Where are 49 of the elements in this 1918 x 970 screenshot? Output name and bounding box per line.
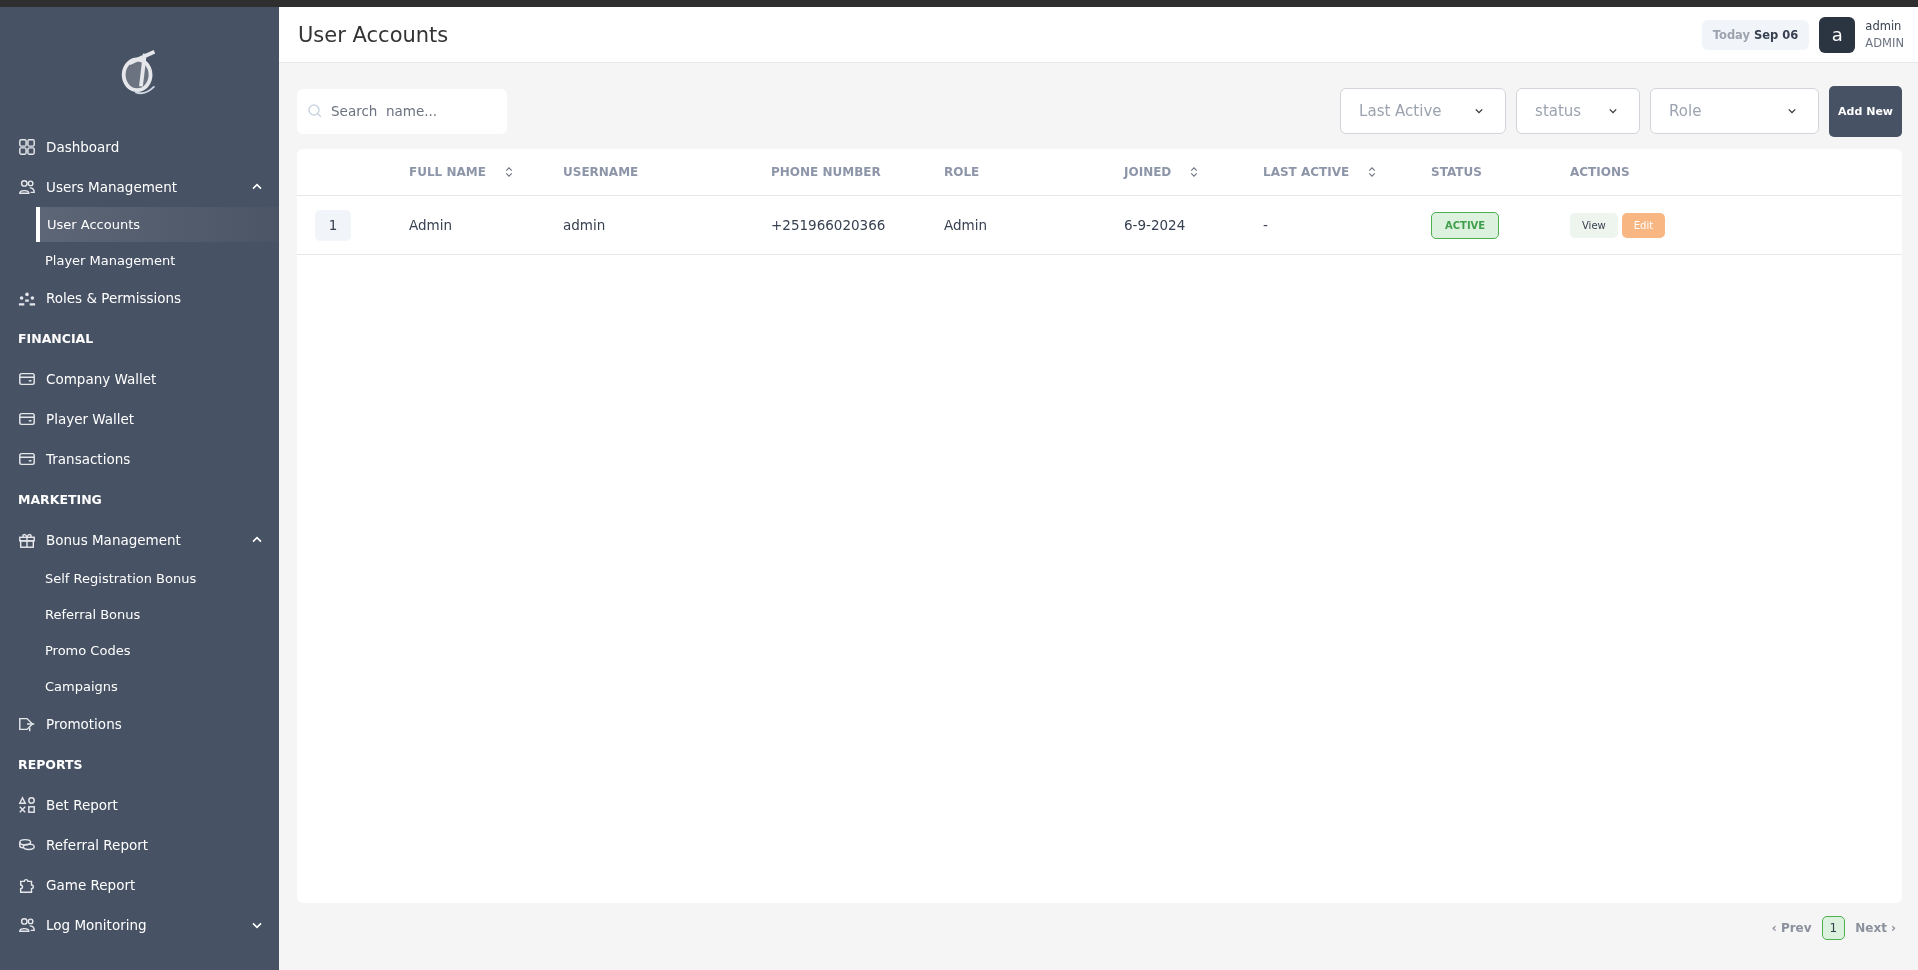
nav-item[interactable]: Referral Report bbox=[0, 825, 279, 865]
submenu-item[interactable]: Player Management bbox=[36, 242, 279, 278]
puzzle-icon bbox=[18, 876, 36, 894]
add-new-button[interactable]: Add New bbox=[1829, 85, 1902, 137]
date-value: Sep 06 bbox=[1754, 27, 1799, 42]
table-cell: - bbox=[1263, 217, 1268, 233]
user-role: ADMIN bbox=[1865, 36, 1904, 50]
wallet-icon bbox=[18, 410, 36, 428]
nav-item[interactable]: Dashboard bbox=[0, 127, 279, 167]
avatar[interactable]: a bbox=[1819, 16, 1856, 53]
table-cell: 6-9-2024 bbox=[1124, 217, 1186, 233]
users-icon bbox=[18, 178, 36, 196]
nav-item[interactable]: Game Report bbox=[0, 865, 279, 905]
grid-icon bbox=[18, 138, 36, 156]
table-cell: Admin bbox=[944, 217, 988, 233]
users-icon bbox=[18, 916, 36, 934]
submenu-item[interactable]: Promo Codes bbox=[36, 632, 279, 668]
wallet-icon bbox=[18, 450, 36, 468]
submenu-item[interactable]: User Accounts bbox=[36, 207, 279, 242]
date-label: Today bbox=[1712, 27, 1751, 42]
user-name: admin bbox=[1865, 19, 1903, 33]
status-badge: ACTIVE bbox=[1431, 211, 1500, 239]
section-heading: MARKETING bbox=[17, 491, 103, 509]
nav-item[interactable]: Player Wallet bbox=[0, 399, 279, 439]
row-number: 1 bbox=[315, 209, 351, 241]
submenu-item[interactable]: Self Registration Bonus bbox=[36, 560, 279, 596]
nav-item[interactable]: Transactions bbox=[0, 439, 279, 479]
page-title: User Accounts bbox=[298, 22, 449, 47]
wallet-icon bbox=[18, 370, 36, 388]
submenu-item[interactable]: Campaigns bbox=[36, 668, 279, 704]
submenu-item[interactable]: Referral Bonus bbox=[36, 596, 279, 632]
search-field[interactable]: Search name... bbox=[297, 88, 507, 134]
view-button[interactable]: View bbox=[1570, 212, 1618, 238]
table-cell: Admin bbox=[409, 217, 453, 233]
table-cell: admin bbox=[563, 217, 606, 233]
page-button[interactable]: 1 bbox=[1821, 916, 1846, 940]
nav-item[interactable]: Bet Report bbox=[0, 785, 279, 825]
nav-item[interactable]: Users Management bbox=[0, 167, 279, 207]
nav-item[interactable]: Bonus Management bbox=[0, 520, 279, 560]
shapes-icon bbox=[18, 796, 36, 814]
table-cell: +251966020366 bbox=[771, 217, 886, 233]
nav-item[interactable]: Log Monitoring bbox=[0, 905, 279, 945]
gift-icon bbox=[18, 531, 36, 549]
section-heading: REPORTS bbox=[17, 756, 84, 774]
megaphone-icon bbox=[18, 715, 36, 733]
section-heading: FINANCIAL bbox=[17, 330, 95, 348]
nav-item[interactable]: Roles & Permissions bbox=[0, 278, 279, 318]
nav-item[interactable]: Promotions bbox=[0, 704, 279, 744]
nav-item[interactable]: Company Wallet bbox=[0, 359, 279, 399]
